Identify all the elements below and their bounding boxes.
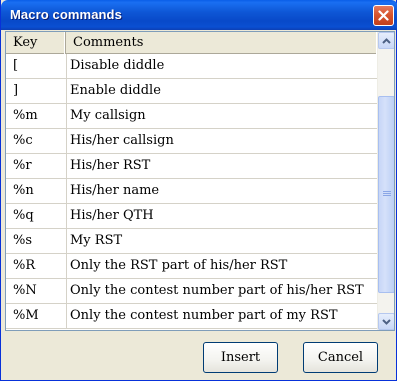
column-divider <box>66 79 67 104</box>
list-item[interactable]: %q His/her QTH <box>6 204 377 229</box>
scroll-thumb[interactable] <box>378 96 394 293</box>
macro-comment: His/her name <box>70 183 160 198</box>
macro-comment: My callsign <box>70 108 146 123</box>
list-item[interactable]: ] Enable diddle <box>6 79 377 104</box>
macro-comment: Only the RST part of his/her RST <box>70 258 288 273</box>
column-divider <box>66 129 67 154</box>
macro-key: %N <box>13 283 37 298</box>
macro-commands-dialog: Macro commands Key Comments [ Disable did… <box>0 0 397 381</box>
column-divider <box>66 154 67 179</box>
column-divider <box>66 279 67 304</box>
macro-list[interactable]: Key Comments [ Disable diddle] Enable didd… <box>5 31 395 331</box>
column-divider <box>66 54 67 79</box>
macro-comment: His/her QTH <box>70 208 154 223</box>
vertical-scrollbar[interactable] <box>377 32 394 330</box>
macro-comment: Only the contest number part of his/her … <box>70 283 364 298</box>
column-header-key[interactable]: Key <box>6 32 66 54</box>
list-item[interactable]: %c His/her callsign <box>6 129 377 154</box>
column-divider <box>66 229 67 254</box>
list-item[interactable]: %m My callsign <box>6 104 377 129</box>
macro-key: %r <box>13 158 32 173</box>
macro-comment: My RST <box>70 233 123 248</box>
macro-key: %n <box>13 183 34 198</box>
list-item[interactable]: %N Only the contest number part of his/he… <box>6 279 377 304</box>
macro-key: %s <box>13 233 33 248</box>
macro-key: %c <box>13 133 33 148</box>
list-rows: [ Disable diddle] Enable diddle %m My callsi… <box>6 54 377 329</box>
grip-icon <box>383 191 391 200</box>
list-item[interactable]: %r His/her RST <box>6 154 377 179</box>
column-divider <box>66 204 67 229</box>
column-header-comments[interactable]: Comments <box>66 32 377 54</box>
column-divider <box>66 254 67 279</box>
macro-key: %q <box>13 208 34 223</box>
macro-key: %R <box>13 258 36 273</box>
close-button[interactable] <box>373 5 394 26</box>
column-divider <box>66 304 67 329</box>
macro-key: ] <box>13 83 19 98</box>
macro-key: [ <box>13 58 19 73</box>
macro-comment: His/her RST <box>70 158 151 173</box>
list-item[interactable]: %M Only the contest number part of my RST <box>6 304 377 329</box>
macro-comment: Enable diddle <box>70 83 161 98</box>
window-title: Macro commands <box>10 7 122 22</box>
list-header: Key Comments <box>6 32 377 54</box>
macro-comment: Only the contest number part of my RST <box>70 308 338 323</box>
close-icon <box>378 10 389 21</box>
list-item[interactable]: %s My RST <box>6 229 377 254</box>
macro-comment: Disable diddle <box>70 58 165 73</box>
column-divider <box>66 104 67 129</box>
list-item[interactable]: %n His/her name <box>6 179 377 204</box>
macro-key: %M <box>13 308 39 323</box>
title-bar[interactable]: Macro commands <box>1 0 397 30</box>
scroll-up-button[interactable] <box>378 32 394 49</box>
macro-comment: His/her callsign <box>70 133 174 148</box>
cancel-button[interactable]: Cancel <box>303 342 378 373</box>
list-item[interactable]: %R Only the RST part of his/her RST <box>6 254 377 279</box>
macro-key: %m <box>13 108 38 123</box>
arrow-up-icon <box>382 37 391 44</box>
insert-button[interactable]: Insert <box>203 342 278 373</box>
column-divider <box>66 179 67 204</box>
list-item[interactable]: [ Disable diddle <box>6 54 377 79</box>
arrow-down-icon <box>382 318 391 325</box>
scroll-down-button[interactable] <box>378 313 394 330</box>
